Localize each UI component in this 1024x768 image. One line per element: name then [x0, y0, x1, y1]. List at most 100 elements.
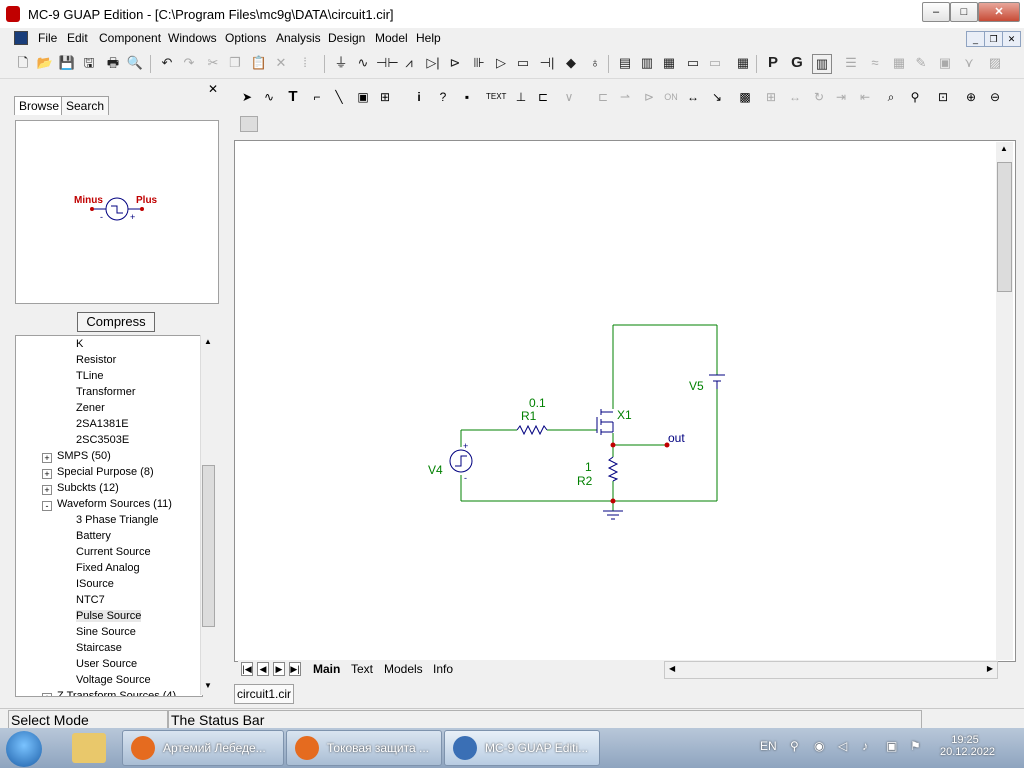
- vertical-tile-icon[interactable]: ▥: [638, 54, 656, 72]
- tree-item[interactable]: Pulse Source: [76, 610, 142, 622]
- tree-item[interactable]: ISource: [76, 578, 114, 590]
- waveform-icon[interactable]: ≈: [866, 54, 884, 72]
- wire-connect-icon[interactable]: ↔: [684, 88, 702, 106]
- export-icon[interactable]: ▨: [986, 54, 1004, 72]
- maximize-button[interactable]: □: [950, 2, 978, 22]
- new-file-icon[interactable]: 🗋: [14, 54, 32, 72]
- tree-expander-icon[interactable]: +: [42, 485, 52, 495]
- document-icon[interactable]: [14, 31, 28, 45]
- page-icon[interactable]: [240, 116, 258, 132]
- mdi-minimize-button[interactable]: _: [966, 31, 985, 47]
- undo-icon[interactable]: ↶: [158, 54, 176, 72]
- horizontal-scrollbar[interactable]: ◀ ▶: [664, 661, 998, 679]
- snapshot-icon[interactable]: ▩: [736, 88, 754, 106]
- menu-options[interactable]: Options: [225, 31, 266, 45]
- pointer-target-icon[interactable]: ↘: [708, 88, 726, 106]
- tab-text[interactable]: Text: [351, 662, 373, 676]
- taskbar-button-firefox-1[interactable]: Артемий Лебеде...: [122, 730, 284, 766]
- scroll-left-icon[interactable]: ◀: [669, 664, 675, 673]
- mdi-restore-button[interactable]: ❐: [984, 31, 1003, 47]
- menu-help[interactable]: Help: [416, 31, 441, 45]
- tree-item[interactable]: TLine: [76, 370, 104, 382]
- switch-icon[interactable]: ▭: [514, 54, 532, 72]
- taskbar-button-firefox-2[interactable]: Токовая защита ...: [286, 730, 442, 766]
- first-page-icon[interactable]: |◀: [241, 662, 253, 676]
- network-tray-icon[interactable]: ▣: [886, 739, 897, 753]
- power-display-icon[interactable]: ⇀: [616, 88, 634, 106]
- presentation-icon[interactable]: ⊡: [934, 88, 952, 106]
- flip-icon[interactable]: ↔: [786, 88, 804, 106]
- prev-page-icon[interactable]: ◀: [257, 662, 269, 676]
- pencil-icon[interactable]: ✎: [912, 54, 930, 72]
- tree-item[interactable]: Resistor: [76, 354, 116, 366]
- grid-icon[interactable]: G: [788, 54, 806, 72]
- text-mode-icon[interactable]: T: [284, 88, 302, 106]
- tree-item[interactable]: Z Transform Sources (4): [57, 690, 176, 696]
- tree-item[interactable]: Zener: [76, 402, 105, 414]
- tab-search[interactable]: Search: [61, 96, 110, 115]
- schematic-canvas[interactable]: V4 V5 R1 0.1 1 R2 X1 out + -: [234, 140, 1016, 662]
- mirror-icon[interactable]: ⊞: [762, 88, 780, 106]
- calculator-icon[interactable]: ▦: [734, 54, 752, 72]
- tree-scrollbar[interactable]: ▲ ▼: [200, 335, 216, 695]
- sine-source-icon[interactable]: ∿: [354, 54, 372, 72]
- wire-mode-icon[interactable]: ∿: [260, 88, 278, 106]
- tab-browse[interactable]: Browse: [14, 96, 65, 115]
- scroll-up-icon[interactable]: ▲: [1000, 144, 1008, 153]
- search-tray-icon[interactable]: ⚲: [790, 739, 799, 753]
- panel-close-icon[interactable]: ✕: [208, 82, 218, 96]
- scroll-thumb[interactable]: [202, 465, 215, 627]
- volume-tray-icon[interactable]: ◁: [838, 739, 847, 753]
- speaker-tray-icon[interactable]: ♪: [862, 739, 868, 753]
- flag-tray-icon[interactable]: ⚑: [910, 739, 921, 753]
- node-icon[interactable]: ◆: [562, 54, 580, 72]
- print-icon[interactable]: 🖶: [104, 54, 122, 72]
- delete-icon[interactable]: ✕: [272, 54, 290, 72]
- tree-item[interactable]: User Source: [76, 658, 137, 670]
- pin-markers-icon[interactable]: ⊏: [534, 88, 552, 106]
- diode-icon[interactable]: ▷|: [424, 54, 442, 72]
- tree-item[interactable]: Sine Source: [76, 626, 136, 638]
- binoculars-icon[interactable]: ⚲: [906, 88, 924, 106]
- image-icon[interactable]: ▣: [936, 54, 954, 72]
- tree-item[interactable]: 2SC3503E: [76, 434, 129, 446]
- open-file-icon[interactable]: 📂: [36, 54, 54, 72]
- next-page-icon[interactable]: ▶: [273, 662, 285, 676]
- select-mode-icon[interactable]: ➤: [238, 88, 256, 106]
- tree-item[interactable]: Voltage Source: [76, 674, 151, 686]
- save-icon[interactable]: 💾: [58, 54, 76, 72]
- mosfet-icon[interactable]: ⊪: [470, 54, 488, 72]
- save-all-icon[interactable]: 🖫: [80, 54, 98, 72]
- scroll-thumb[interactable]: [997, 162, 1012, 292]
- condition-display-icon[interactable]: ⊳: [640, 88, 658, 106]
- tree-item[interactable]: Fixed Analog: [76, 562, 140, 574]
- copy-icon[interactable]: ❐: [226, 54, 244, 72]
- rotate-icon[interactable]: ↻: [810, 88, 828, 106]
- resistor-icon[interactable]: ⩘: [400, 54, 418, 72]
- menu-windows[interactable]: Windows: [168, 31, 217, 45]
- list-icon[interactable]: ☰: [842, 54, 860, 72]
- tree-expander-icon[interactable]: -: [42, 501, 52, 511]
- minimize-button[interactable]: –: [922, 2, 950, 22]
- pin-icon[interactable]: ♁: [586, 54, 604, 72]
- step-back-icon[interactable]: ⇤: [856, 88, 874, 106]
- explorer-icon[interactable]: [72, 733, 106, 763]
- menu-component[interactable]: Component: [99, 31, 161, 45]
- tree-item[interactable]: Staircase: [76, 642, 122, 654]
- find-icon[interactable]: ⌕: [882, 88, 900, 106]
- tree-item[interactable]: Battery: [76, 530, 111, 542]
- compress-button[interactable]: Compress: [77, 312, 155, 332]
- language-indicator[interactable]: EN: [760, 739, 777, 753]
- step-icon[interactable]: ⇥: [832, 88, 850, 106]
- grid-text-icon[interactable]: ▦: [890, 54, 908, 72]
- zoom-out-icon[interactable]: ⊖: [986, 88, 1004, 106]
- capacitor-icon[interactable]: ⊣⊢: [376, 54, 399, 72]
- menu-model[interactable]: Model: [375, 31, 408, 45]
- last-page-icon[interactable]: ▶|: [289, 662, 301, 676]
- title-block-icon[interactable]: ▥: [812, 54, 832, 74]
- info-icon[interactable]: i: [410, 88, 428, 106]
- tree-item[interactable]: 3 Phase Triangle: [76, 514, 159, 526]
- tab-info[interactable]: Info: [433, 662, 453, 676]
- tree-item[interactable]: SMPS (50): [57, 450, 111, 462]
- opamp-icon[interactable]: ▷: [492, 54, 510, 72]
